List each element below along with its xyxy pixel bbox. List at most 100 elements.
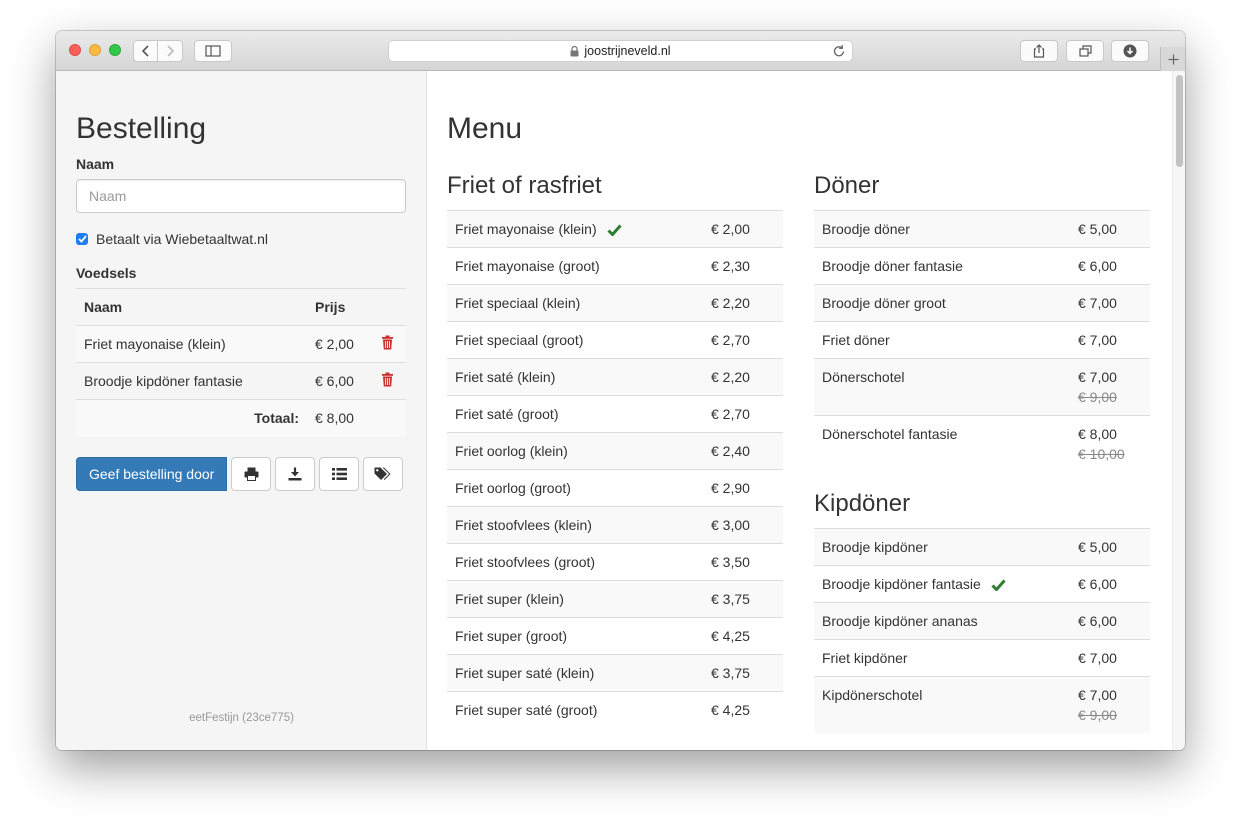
- address-bar[interactable]: joostrijneveld.nl: [388, 40, 853, 62]
- zoom-window-button[interactable]: [109, 44, 121, 56]
- menu-item-price: € 5,00: [1070, 528, 1150, 566]
- order-table: Naam Prijs Friet mayonaise (klein) € 2,0…: [76, 288, 406, 437]
- section-title-friet: Friet of rasfriet: [447, 172, 602, 199]
- download-icon: [288, 467, 302, 481]
- menu-item-price: € 3,50: [703, 543, 783, 581]
- menu-item-name: Dönerschotel: [814, 358, 1070, 416]
- order-title: Bestelling: [76, 112, 207, 145]
- menu-item-name: Friet speciaal (klein): [447, 284, 703, 322]
- menu-item[interactable]: Broodje döner € 5,00: [814, 210, 1150, 248]
- menu-table-friet: Friet mayonaise (klein) € 2,00 Friet mayo…: [447, 210, 783, 728]
- menu-item-name: Friet stoofvlees (klein): [447, 506, 703, 544]
- menu-item[interactable]: Friet mayonaise (klein) € 2,00: [447, 210, 783, 248]
- menu-item[interactable]: Friet oorlog (groot) € 2,90: [447, 469, 783, 507]
- menu-item-price: € 7,00: [1070, 639, 1150, 677]
- tags-icon: [374, 467, 391, 480]
- print-button[interactable]: [231, 457, 272, 491]
- download-circle-icon: [1123, 44, 1137, 58]
- menu-item[interactable]: Friet speciaal (groot) € 2,70: [447, 321, 783, 359]
- menu-item-name: Kipdönerschotel: [814, 676, 1070, 733]
- menu-item[interactable]: Friet saté (klein) € 2,20: [447, 358, 783, 396]
- reload-icon[interactable]: [833, 44, 846, 58]
- menu-item[interactable]: Friet stoofvlees (klein) € 3,00: [447, 506, 783, 544]
- menu-item-name: Dönerschotel fantasie: [814, 415, 1070, 472]
- order-sidebar: Bestelling Naam Betaalt via Wiebetaaltwa…: [56, 71, 427, 750]
- menu-item[interactable]: Friet oorlog (klein) € 2,40: [447, 432, 783, 470]
- menu-item[interactable]: Friet saté (groot) € 2,70: [447, 395, 783, 433]
- menu-item-price: € 2,90: [703, 469, 783, 507]
- menu-item[interactable]: Friet super saté (klein) € 3,75: [447, 654, 783, 692]
- name-input[interactable]: [76, 179, 406, 213]
- menu-item-price: € 3,75: [703, 580, 783, 618]
- menu-item[interactable]: Broodje kipdöner fantasie € 6,00: [814, 565, 1150, 603]
- back-button[interactable]: [133, 40, 158, 62]
- menu-item-name: Broodje döner fantasie: [814, 247, 1070, 285]
- paid-checkbox-row[interactable]: Betaalt via Wiebetaaltwat.nl: [76, 231, 268, 247]
- new-tab-button[interactable]: [1160, 47, 1185, 71]
- scrollbar-thumb[interactable]: [1176, 75, 1183, 167]
- table-row: Broodje kipdöner fantasie € 6,00: [76, 362, 406, 400]
- menu-item[interactable]: Broodje kipdöner € 5,00: [814, 528, 1150, 566]
- menu-item-old-price: € 9,00: [1078, 389, 1117, 405]
- col-action-header: [373, 288, 406, 326]
- menu-item-old-price: € 10,00: [1078, 446, 1125, 462]
- menu-item[interactable]: Friet döner € 7,00: [814, 321, 1150, 359]
- order-item-name: Broodje kipdöner fantasie: [76, 362, 307, 400]
- menu-item-name: Broodje kipdöner ananas: [814, 602, 1070, 640]
- menu-item[interactable]: Friet super saté (groot) € 4,25: [447, 691, 783, 728]
- menu-item[interactable]: Dönerschotel € 7,00 € 9,00: [814, 358, 1150, 416]
- show-tabs-button[interactable]: [1066, 40, 1104, 62]
- total-label: Totaal:: [76, 399, 307, 437]
- menu-item-name: Friet oorlog (groot): [447, 469, 703, 507]
- tags-button[interactable]: [363, 457, 404, 491]
- browser-window: joostrijneveld.nl Bestelling Naam Betaa: [56, 31, 1185, 750]
- menu-item-name: Friet speciaal (groot): [447, 321, 703, 359]
- menu-item[interactable]: Dönerschotel fantasie € 8,00 € 10,00: [814, 415, 1150, 472]
- menu-item[interactable]: Friet super (groot) € 4,25: [447, 617, 783, 655]
- menu-item[interactable]: Kipdönerschotel € 7,00 € 9,00: [814, 676, 1150, 733]
- menu-item-price: € 4,25: [703, 617, 783, 655]
- menu-item-price: € 2,30: [703, 247, 783, 285]
- menu-item[interactable]: Friet mayonaise (groot) € 2,30: [447, 247, 783, 285]
- print-icon: [244, 467, 259, 481]
- plus-icon: [1168, 54, 1178, 64]
- check-icon: [991, 579, 1006, 591]
- menu-item[interactable]: Broodje döner fantasie € 6,00: [814, 247, 1150, 285]
- sidebar-toggle-button[interactable]: [194, 40, 232, 62]
- minimize-window-button[interactable]: [89, 44, 101, 56]
- col-name-header: Naam: [76, 288, 307, 326]
- share-button[interactable]: [1020, 40, 1058, 62]
- menu-item-price: € 2,70: [703, 321, 783, 359]
- trash-icon[interactable]: [381, 372, 394, 387]
- menu-item-name: Friet saté (klein): [447, 358, 703, 396]
- menu-table-doner: Broodje döner € 5,00 Broodje döner fantas…: [814, 210, 1150, 472]
- menu-item-price: € 7,00: [1070, 321, 1150, 359]
- list-button[interactable]: [319, 457, 360, 491]
- submit-order-button[interactable]: Geef bestelling door: [76, 457, 228, 491]
- menu-item[interactable]: Broodje kipdöner ananas € 6,00: [814, 602, 1150, 640]
- menu-item[interactable]: Friet stoofvlees (groot) € 3,50: [447, 543, 783, 581]
- menu-item-price: € 6,00: [1070, 602, 1150, 640]
- col-price-header: Prijs: [307, 288, 373, 326]
- menu-item-name: Friet saté (groot): [447, 395, 703, 433]
- list-icon: [331, 468, 347, 480]
- menu-item-price: € 2,20: [703, 358, 783, 396]
- menu-item[interactable]: Friet kipdöner € 7,00: [814, 639, 1150, 677]
- page-scrollbar[interactable]: [1172, 71, 1185, 750]
- menu-item-name: Friet kipdöner: [814, 639, 1070, 677]
- paid-checkbox[interactable]: [76, 233, 88, 245]
- menu-item[interactable]: Friet speciaal (klein) € 2,20: [447, 284, 783, 322]
- download-button[interactable]: [275, 457, 316, 491]
- menu-item[interactable]: Broodje döner groot € 7,00: [814, 284, 1150, 322]
- menu-item-name: Friet mayonaise (klein): [455, 221, 597, 237]
- order-total-row: Totaal: € 8,00: [76, 399, 406, 437]
- menu-item-name: Broodje döner groot: [814, 284, 1070, 322]
- forward-button[interactable]: [158, 40, 183, 62]
- downloads-button[interactable]: [1111, 40, 1149, 62]
- menu-item-price: € 7,00: [1078, 369, 1117, 385]
- trash-icon[interactable]: [381, 335, 394, 350]
- page-content: Bestelling Naam Betaalt via Wiebetaaltwa…: [56, 71, 1185, 750]
- close-window-button[interactable]: [69, 44, 81, 56]
- menu-item[interactable]: Friet super (klein) € 3,75: [447, 580, 783, 618]
- order-actions: Geef bestelling door: [76, 457, 404, 491]
